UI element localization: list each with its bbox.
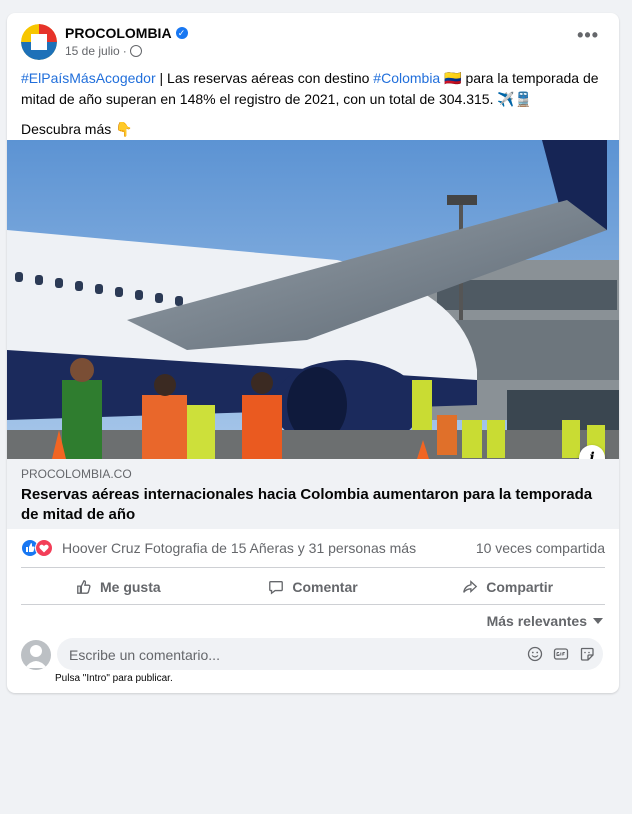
like-button[interactable]: Me gusta [21, 569, 216, 605]
link-title[interactable]: Reservas aéreas internacionales hacia Co… [21, 485, 605, 525]
link-domain: PROCOLOMBIA.CO [21, 467, 132, 481]
post-text-part: | Las reservas aéreas con destino [155, 70, 374, 86]
caret-down-icon [593, 618, 603, 624]
post-date[interactable]: 15 de julio [65, 44, 120, 58]
post-card: PROCOLOMBIA ✓ 15 de julio · ••• #ElPaísM… [7, 13, 619, 693]
page-avatar[interactable] [21, 24, 57, 60]
comment-sort-dropdown[interactable]: Más relevantes [487, 613, 603, 629]
comment-sort-label: Más relevantes [486, 613, 587, 629]
hashtag-link[interactable]: #ElPaísMásAcogedor [21, 70, 156, 86]
post-text: #ElPaísMásAcogedor | Las reservas aéreas… [21, 68, 609, 140]
user-placeholder-icon [25, 645, 47, 668]
comment-hint: Pulsa "Intro" para publicar. [55, 673, 173, 684]
user-avatar[interactable] [21, 640, 51, 670]
more-options-icon[interactable]: ••• [577, 26, 599, 44]
thumbs-up-icon [77, 580, 91, 594]
page-name-text[interactable]: PROCOLOMBIA [65, 25, 172, 41]
like-label: Me gusta [99, 579, 161, 595]
post-cta: Descubra más 👇 [21, 121, 133, 137]
link-preview[interactable]: PROCOLOMBIA.CO Reservas aéreas internaci… [7, 459, 619, 529]
post-meta: 15 de julio · [65, 44, 142, 58]
share-button[interactable]: Compartir [410, 569, 605, 605]
comment-tools [527, 646, 595, 662]
page-name[interactable]: PROCOLOMBIA ✓ [65, 25, 188, 41]
comment-icon [269, 581, 284, 595]
share-count[interactable]: 10 veces compartida [476, 540, 605, 556]
comment-button[interactable]: Comentar [216, 569, 411, 605]
divider [21, 567, 605, 568]
reaction-icons[interactable] [21, 539, 55, 557]
post-header: PROCOLOMBIA ✓ 15 de julio · ••• [21, 24, 605, 62]
post-image[interactable]: i [7, 140, 619, 459]
comment-label: Comentar [292, 579, 358, 595]
comment-composer [21, 638, 605, 672]
flag-emoji: 🇨🇴 [440, 70, 462, 86]
reactions-bar: Hoover Cruz Fotografia de 15 Añeras y 31… [21, 538, 605, 560]
share-label: Compartir [486, 579, 554, 595]
verified-icon: ✓ [175, 27, 188, 39]
divider [21, 604, 605, 605]
comment-input-wrapper [57, 638, 603, 672]
sticker-icon[interactable] [579, 646, 595, 662]
globe-icon [129, 45, 142, 57]
share-icon [463, 580, 478, 593]
gif-icon[interactable] [553, 646, 569, 662]
emoji-icon[interactable] [527, 646, 543, 662]
airplane-photo [7, 140, 619, 459]
action-bar: Me gusta Comentar Compartir [21, 569, 605, 605]
hashtag-link[interactable]: #Colombia [373, 70, 440, 86]
reaction-names[interactable]: Hoover Cruz Fotografia de 15 Añeras y 31… [62, 540, 416, 556]
comment-input[interactable] [67, 638, 511, 672]
love-reaction-icon [35, 539, 53, 557]
